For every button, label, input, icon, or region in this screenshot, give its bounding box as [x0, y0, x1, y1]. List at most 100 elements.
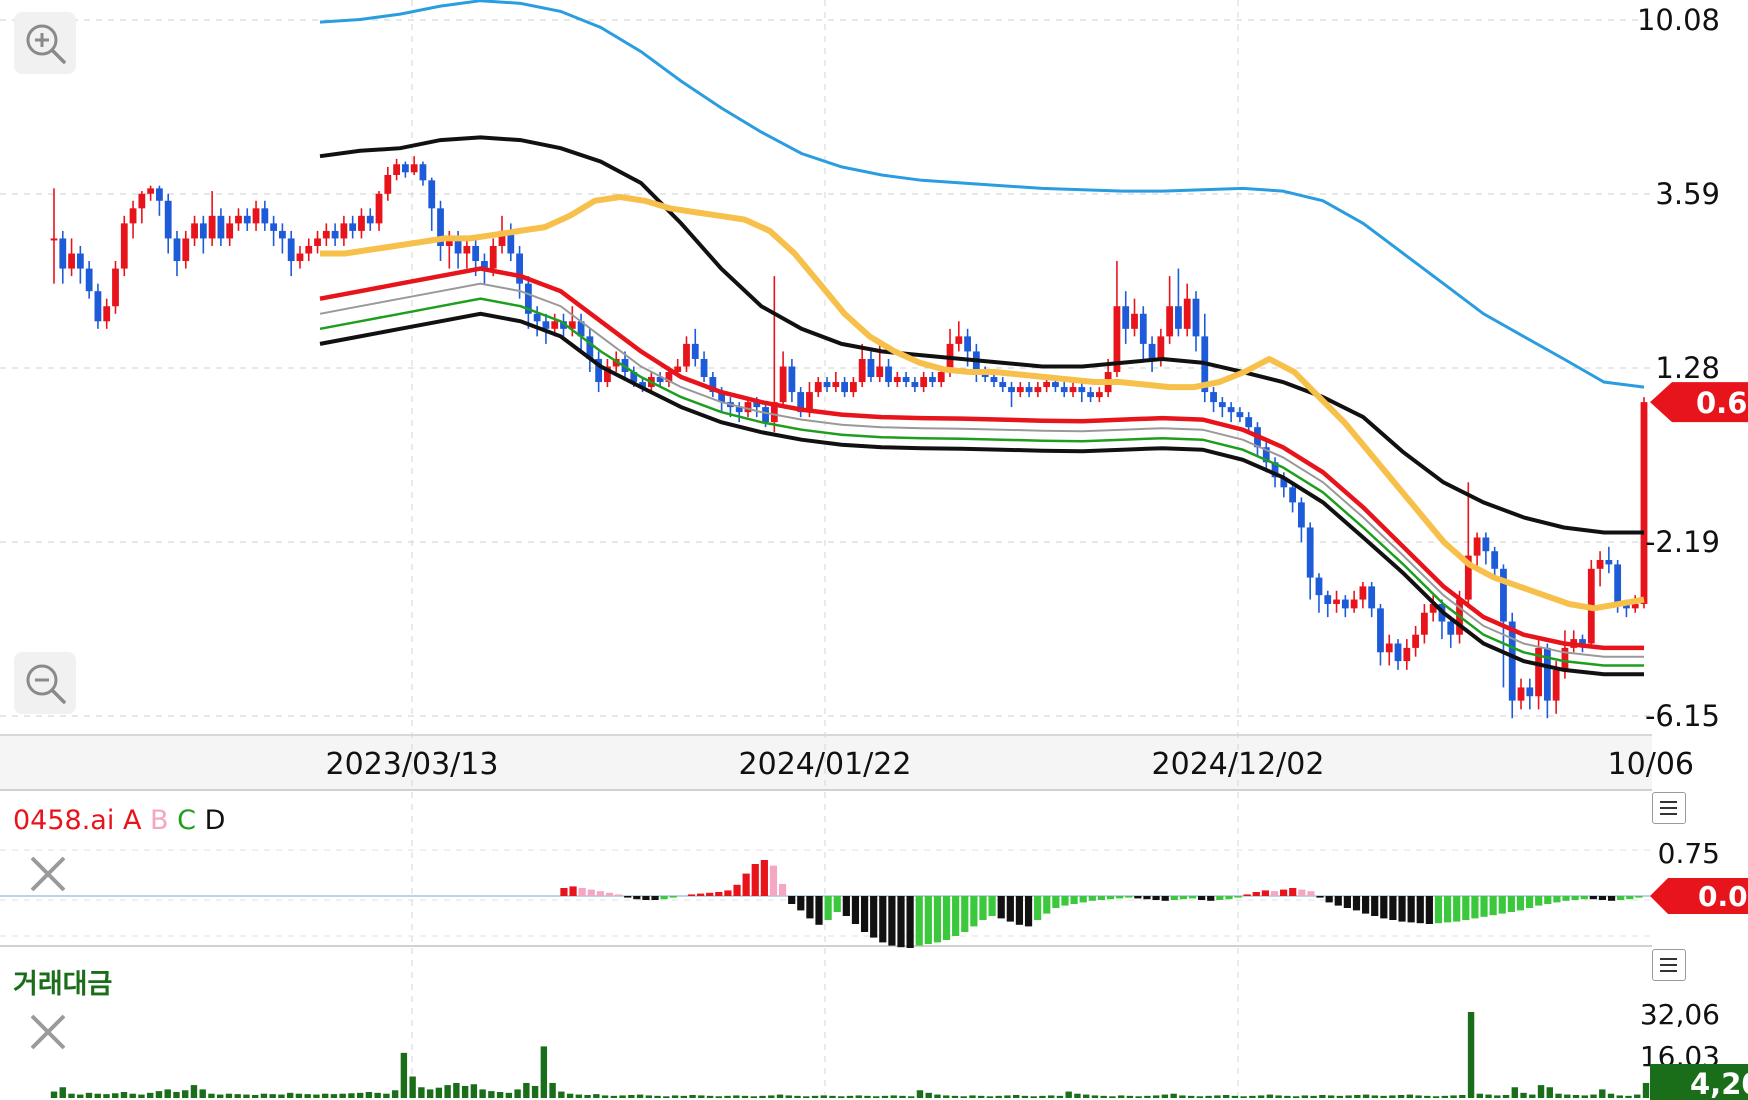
histogram-bar [1207, 896, 1215, 901]
volume-bar [1467, 1012, 1475, 1098]
candle-body [955, 336, 963, 344]
volume-bar [645, 1095, 653, 1098]
volume-bar [864, 1095, 871, 1098]
histogram-bar [797, 896, 805, 911]
histogram-bar [1525, 896, 1534, 908]
candle-body [1403, 647, 1411, 662]
candle-body [138, 193, 146, 209]
volume-bar [1292, 1096, 1300, 1098]
volume-bar [794, 1095, 801, 1098]
volume-bar [890, 1095, 897, 1098]
histogram-bar [1617, 896, 1625, 900]
volume-bar [610, 1095, 618, 1098]
candle-body [1175, 306, 1182, 329]
candle-body [533, 313, 541, 322]
band-gray [319, 282, 1644, 658]
volume-bar [1590, 1094, 1597, 1098]
histogram-bar [1607, 896, 1616, 901]
candle-body [999, 382, 1007, 388]
close-icon [30, 856, 66, 892]
volume-bar [776, 1094, 784, 1098]
candle-body [428, 180, 436, 209]
volume-bar [391, 1090, 399, 1098]
histogram-bar [1280, 889, 1288, 896]
candle-body [1368, 586, 1376, 609]
histogram-bar [569, 886, 577, 896]
candle-body [1500, 568, 1507, 622]
indicator-close-button[interactable] [24, 850, 72, 898]
zoom-out-button[interactable] [14, 652, 76, 714]
volume-title: 거래대금 [13, 969, 113, 1000]
indicator-line-d: D [204, 805, 226, 836]
candle-body [182, 238, 190, 262]
volume-bar [112, 1093, 119, 1098]
volume-bar [1529, 1094, 1536, 1098]
band-black-upper [319, 135, 1644, 535]
candle-body [270, 223, 278, 231]
candle-body [1095, 392, 1103, 398]
candle-body [1157, 336, 1165, 359]
volume-bar [1389, 1095, 1396, 1098]
histogram-bar [687, 894, 696, 896]
date-tick-label: 2024/12/02 [1152, 747, 1325, 782]
histogram-bar [1106, 896, 1115, 900]
histogram-bar [624, 896, 632, 898]
volume-bar [698, 1095, 705, 1098]
histogram-bar [1553, 896, 1561, 903]
histogram-bar [1635, 896, 1643, 898]
histogram-bar [979, 896, 987, 920]
candle-body [419, 164, 427, 181]
histogram-bar [1243, 894, 1251, 896]
volume-bar [1030, 1096, 1037, 1098]
histogram-bar [751, 864, 759, 896]
histogram-bar [1407, 896, 1415, 923]
volume-bar [59, 1087, 66, 1098]
volume-bar [558, 1091, 565, 1098]
volume-bar [1511, 1087, 1518, 1098]
volume-bar [628, 1094, 635, 1098]
candle-body [164, 200, 172, 239]
candle-body [401, 164, 409, 173]
histogram-bar [824, 896, 832, 920]
volume-bar [190, 1085, 198, 1098]
volume-bar [208, 1093, 215, 1098]
histogram-bar [778, 884, 787, 896]
volume-bar [182, 1090, 189, 1098]
indicator-menu-button[interactable] [1652, 792, 1686, 824]
candle-body [876, 366, 884, 378]
histogram-bar [1516, 896, 1525, 911]
histogram-bar [1006, 896, 1014, 922]
histogram-bar [1270, 891, 1279, 896]
histogram-bar [615, 894, 623, 896]
candle-body [1315, 577, 1323, 596]
volume-bar [689, 1094, 696, 1098]
zoom-in-button[interactable] [14, 12, 76, 74]
volume-bar [1021, 1095, 1029, 1098]
candle-body [120, 223, 128, 269]
volume-bar [1485, 1094, 1492, 1098]
volume-menu-button[interactable] [1652, 949, 1686, 981]
volume-bar [1135, 1096, 1142, 1098]
volume-bar [94, 1093, 101, 1098]
volume-bar [496, 1091, 504, 1098]
candle-body [1306, 527, 1314, 578]
volume-bar [741, 1095, 749, 1098]
indicator-line-c: C [177, 805, 196, 836]
candle-body [103, 306, 111, 322]
volume-bar [925, 1092, 932, 1098]
volume-bar [1249, 1095, 1256, 1098]
chart-canvas[interactable]: 10.08 3.59 1.28 -2.19 -6.15 0.60 2023/03/13 202… [0, 0, 1748, 1100]
histogram-bar [578, 888, 586, 896]
volume-bar [225, 1093, 233, 1098]
price-tick-label: -6.15 [1645, 699, 1720, 733]
indicator-title: 0458.ai A B C D [13, 805, 225, 836]
histogram-bar [1261, 890, 1269, 896]
volume-bar [1117, 1095, 1125, 1098]
volume-close-button[interactable] [24, 1008, 72, 1056]
candle-body [902, 377, 910, 383]
volume-bar [514, 1089, 521, 1098]
volume-bars [50, 1012, 1650, 1098]
volume-bar [899, 1095, 906, 1098]
candle-body [1078, 387, 1086, 393]
histogram-bar [1434, 896, 1443, 924]
